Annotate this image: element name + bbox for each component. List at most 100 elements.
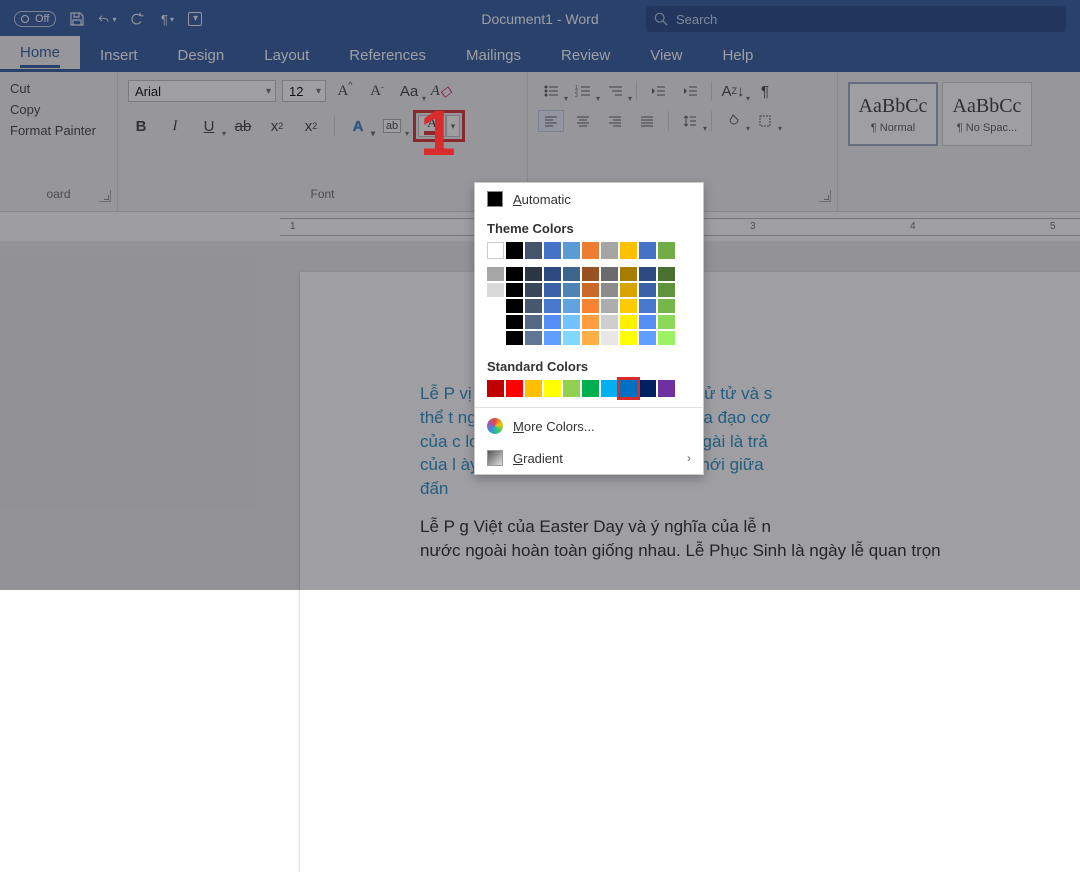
search-box[interactable]: Search [646,6,1066,32]
theme-shade-swatch[interactable] [601,283,618,297]
standard-color-swatch[interactable] [487,380,504,397]
standard-color-swatch[interactable] [582,380,599,397]
theme-shade-swatch[interactable] [639,315,656,329]
theme-shade-swatch[interactable] [582,283,599,297]
theme-shade-swatch[interactable] [506,267,523,281]
pilcrow-icon[interactable]: ¶▾ [158,10,176,28]
save-icon[interactable] [68,10,86,28]
cut-button[interactable]: Cut [10,78,107,99]
theme-color-swatch[interactable] [601,242,618,259]
theme-color-swatch[interactable] [563,242,580,259]
theme-shade-swatch[interactable] [563,331,580,345]
theme-shade-swatch[interactable] [487,299,504,313]
decrease-indent-icon[interactable] [645,80,671,102]
standard-color-swatch[interactable] [525,380,542,397]
theme-shade-swatch[interactable] [525,331,542,345]
theme-shade-swatch[interactable] [525,299,542,313]
theme-shade-swatch[interactable] [582,315,599,329]
theme-color-swatch[interactable] [582,242,599,259]
text-effects-icon[interactable]: A [345,115,371,137]
theme-shade-swatch[interactable] [563,283,580,297]
decrease-font-icon[interactable]: Aˇ [364,80,390,102]
multilevel-list-icon[interactable] [602,80,628,102]
theme-shade-swatch[interactable] [487,283,504,297]
theme-shade-swatch[interactable] [601,315,618,329]
theme-color-swatch[interactable] [487,242,504,259]
font-name-combo[interactable]: Arial▾ [128,80,276,102]
theme-color-swatch[interactable] [506,242,523,259]
theme-shade-swatch[interactable] [487,315,504,329]
theme-shade-swatch[interactable] [658,315,675,329]
standard-color-swatch[interactable] [601,380,618,397]
theme-shade-swatch[interactable] [601,267,618,281]
theme-shade-swatch[interactable] [601,331,618,345]
theme-shade-swatch[interactable] [582,299,599,313]
theme-shade-swatch[interactable] [639,283,656,297]
theme-shade-swatch[interactable] [506,331,523,345]
tab-mailings[interactable]: Mailings [446,39,541,72]
theme-shade-swatch[interactable] [582,267,599,281]
theme-shade-swatch[interactable] [525,315,542,329]
standard-color-swatch[interactable] [563,380,580,397]
theme-color-swatch[interactable] [544,242,561,259]
show-marks-icon[interactable]: ¶ [752,80,778,102]
document-paragraph-2[interactable]: Lễ P g Việt của Easter Day và ý nghĩa củ… [420,515,1050,563]
theme-shade-swatch[interactable] [620,331,637,345]
theme-shade-swatch[interactable] [639,331,656,345]
theme-shade-swatch[interactable] [506,315,523,329]
theme-shade-swatch[interactable] [487,331,504,345]
increase-indent-icon[interactable] [677,80,703,102]
gradient-item[interactable]: Gradient › [475,442,703,474]
standard-color-swatch[interactable] [506,380,523,397]
theme-shade-swatch[interactable] [506,283,523,297]
theme-shade-swatch[interactable] [544,267,561,281]
theme-shade-swatch[interactable] [525,283,542,297]
bold-button[interactable]: B [128,115,154,137]
shading-icon[interactable] [720,110,746,132]
tab-help[interactable]: Help [702,39,773,72]
style-no-spacing[interactable]: AaBbCc ¶ No Spac... [942,82,1032,146]
automatic-color-item[interactable]: Automatic [475,183,703,215]
highlight-color-icon[interactable]: ab [379,115,405,137]
theme-shade-swatch[interactable] [639,267,656,281]
change-case-icon[interactable]: Aa [396,80,422,102]
theme-shade-swatch[interactable] [582,331,599,345]
align-right-icon[interactable] [602,110,628,132]
borders-icon[interactable] [752,110,778,132]
theme-color-swatch[interactable] [658,242,675,259]
redo-icon[interactable] [128,10,146,28]
theme-shade-swatch[interactable] [525,267,542,281]
theme-shade-swatch[interactable] [544,315,561,329]
sort-icon[interactable]: AZ↓ [720,80,746,102]
theme-color-swatch[interactable] [639,242,656,259]
more-colors-item[interactable]: More Colors... [475,410,703,442]
standard-color-swatch[interactable] [620,380,637,397]
align-center-icon[interactable] [570,110,596,132]
strikethrough-button[interactable]: ab [230,115,256,137]
theme-shade-swatch[interactable] [639,299,656,313]
theme-shade-swatch[interactable] [544,331,561,345]
undo-icon[interactable]: ▾ [98,10,116,28]
theme-shade-swatch[interactable] [506,299,523,313]
tab-insert[interactable]: Insert [80,39,158,72]
clear-formatting-icon[interactable]: A◇ [428,80,454,102]
tab-design[interactable]: Design [158,39,245,72]
theme-color-swatch[interactable] [620,242,637,259]
clipboard-launcher-icon[interactable] [99,190,111,202]
numbering-icon[interactable]: 123 [570,80,596,102]
theme-shade-swatch[interactable] [620,267,637,281]
theme-shade-swatch[interactable] [601,299,618,313]
autosave-toggle[interactable]: Off [14,11,56,27]
theme-color-swatch[interactable] [525,242,542,259]
theme-shade-swatch[interactable] [658,283,675,297]
theme-shade-swatch[interactable] [544,283,561,297]
standard-color-swatch[interactable] [658,380,675,397]
theme-shade-swatch[interactable] [658,299,675,313]
font-color-button[interactable]: A [418,115,446,137]
style-normal[interactable]: AaBbCc ¶ Normal [848,82,938,146]
tab-view[interactable]: View [630,39,702,72]
font-size-combo[interactable]: 12▾ [282,80,326,102]
subscript-button[interactable]: x2 [264,115,290,137]
italic-button[interactable]: I [162,115,188,137]
paragraph-launcher-icon[interactable] [819,190,831,202]
